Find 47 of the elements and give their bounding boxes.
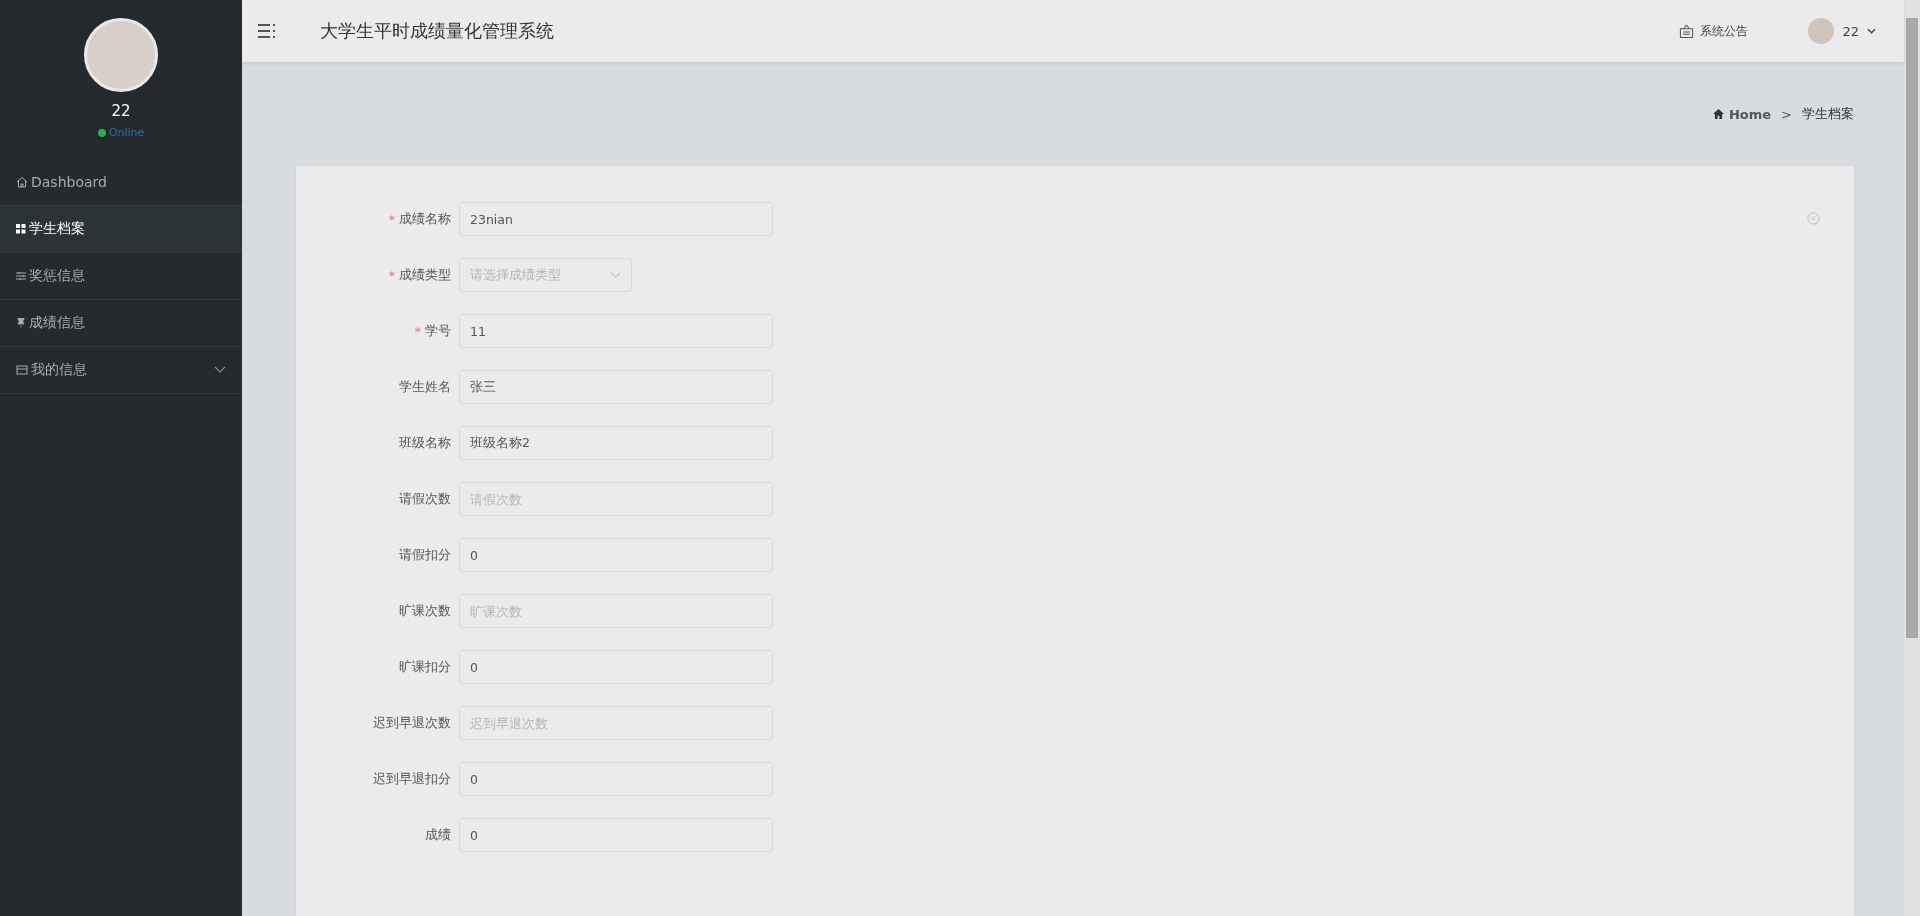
required-mark: * [414, 323, 421, 339]
field-label: 成绩 [425, 826, 451, 844]
avatar-circle [1808, 18, 1835, 44]
input-field[interactable]: 0 [459, 650, 773, 684]
close-icon[interactable] [1807, 212, 1820, 225]
signboard-icon [1679, 23, 1695, 39]
required-mark: * [388, 267, 395, 283]
user-menu[interactable]: 22 [1808, 18, 1876, 44]
field-label: 迟到早退次数 [373, 714, 451, 732]
required-mark: * [388, 211, 395, 227]
breadcrumb-home-link[interactable]: Home [1712, 106, 1772, 122]
input-field[interactable]: 班级名称2 [459, 426, 773, 460]
chevron-icon [610, 271, 621, 279]
home-icon [16, 176, 28, 188]
grid-icon [16, 224, 26, 234]
field-label: 迟到早退扣分 [373, 770, 451, 788]
menu-icon[interactable] [258, 23, 276, 39]
app-title: 大学生平时成绩量化管理系统 [320, 19, 554, 43]
breadcrumb-current: 学生档案 [1802, 105, 1854, 123]
notice-link[interactable]: 系统公告 [1679, 22, 1749, 40]
input-field[interactable]: 0 [459, 538, 773, 572]
home-icon [1712, 109, 1724, 119]
sliders-icon [16, 271, 26, 281]
input-field[interactable]: 0 [459, 762, 773, 796]
field-label: 旷课次数 [399, 602, 451, 620]
sidebar-item[interactable]: 学生档案 [0, 206, 242, 253]
input-field[interactable]: 11 [459, 314, 773, 348]
field-label: 班级名称 [399, 434, 451, 452]
breadcrumb-separator: > [1781, 106, 1792, 122]
chevron-icon [1867, 28, 1876, 34]
input-field[interactable]: 23nian [459, 202, 773, 236]
chevron-icon [214, 366, 226, 374]
scrollbar-thumb[interactable] [1906, 18, 1918, 638]
status-text: Online [108, 126, 145, 139]
input-field[interactable]: 0 [459, 818, 773, 852]
field-label: 旷课扣分 [399, 658, 451, 676]
field-label: 请假次数 [399, 490, 451, 508]
field-label: 成绩名称 [399, 210, 451, 228]
card-icon [16, 364, 28, 376]
field-label: 学号 [425, 322, 451, 340]
input-field[interactable]: 张三 [459, 370, 773, 404]
field-label: 成绩类型 [399, 266, 451, 284]
user-name: 22 [111, 102, 131, 120]
field-label: 学生姓名 [399, 378, 451, 396]
pushpin-icon [16, 318, 26, 328]
scrollbar[interactable] [1904, 0, 1920, 916]
field-label: 请假扣分 [399, 546, 451, 564]
